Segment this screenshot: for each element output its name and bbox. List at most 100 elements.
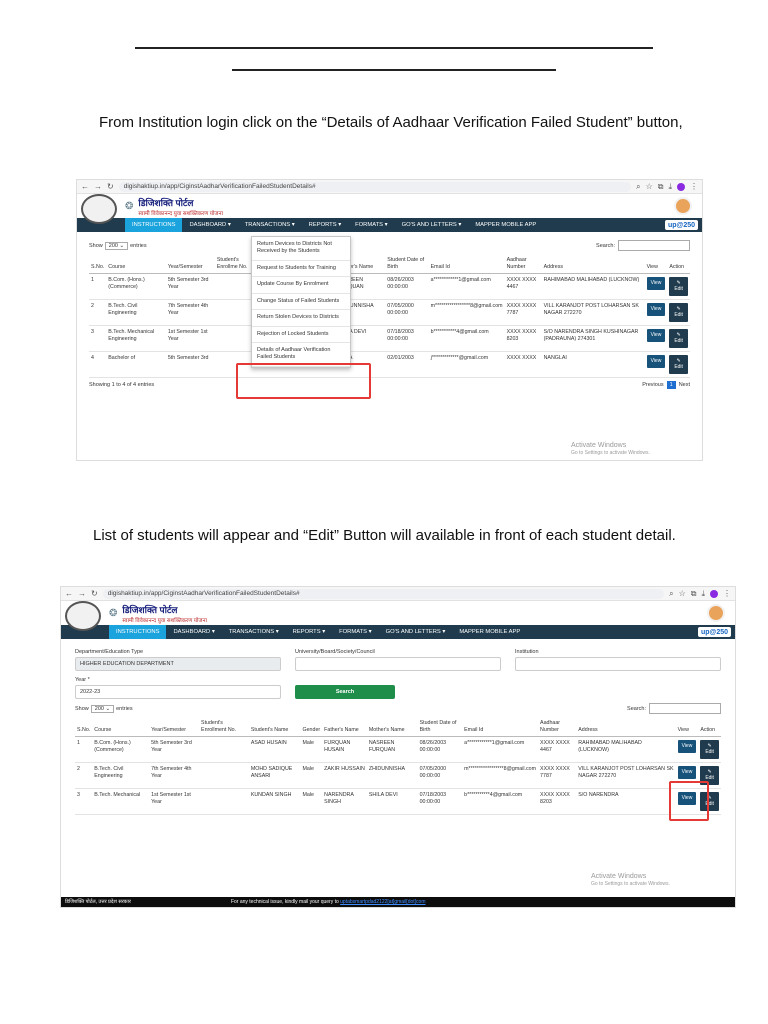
page-size-select[interactable]: 200 ⌄ — [104, 241, 129, 250]
prev-button[interactable]: Previous — [642, 382, 663, 388]
column-header[interactable]: Student's Enrollment No. — [199, 718, 249, 737]
nav-gos-letters[interactable]: GO'S AND LETTERS ▾ — [379, 625, 453, 639]
nav-instructions[interactable]: INSTRUCTIONS — [125, 218, 183, 232]
star-icon[interactable]: ☆ — [679, 589, 686, 598]
column-header[interactable]: Student's Name — [248, 718, 301, 737]
nav-mapper-app[interactable]: MAPPER MOBILE APP — [468, 218, 543, 232]
dept-select[interactable]: HIGHER EDUCATION DEPARTMENT — [75, 657, 281, 671]
address-bar[interactable]: digishaktiup.in/app/CiginstAadharVerific… — [118, 181, 632, 192]
table-cell: B.Tech. Mechanical — [92, 788, 150, 815]
column-header[interactable]: S.No. — [75, 718, 93, 737]
column-header[interactable]: Student Date of Birth — [417, 718, 463, 737]
table-cell: 07/18/2003 00:00:00 — [385, 325, 429, 352]
menu-item-change-status[interactable]: Change Status of Failed Students — [252, 294, 350, 311]
year-select[interactable]: 2022-23 — [75, 685, 281, 699]
nav-transactions[interactable]: TRANSACTIONS ▾ — [238, 218, 302, 232]
download-icon[interactable]: ⤓ — [668, 182, 672, 192]
state-emblem-icon — [81, 194, 117, 224]
zoom-icon[interactable]: ⌕ — [669, 589, 673, 599]
user-avatar[interactable] — [674, 197, 692, 215]
user-avatar[interactable] — [707, 604, 725, 622]
edit-label: Edit — [674, 312, 683, 319]
nav-dashboard[interactable]: DASHBOARD ▾ — [166, 625, 221, 639]
address-bar[interactable]: digishaktiup.in/app/CiginstAadharVerific… — [102, 588, 665, 599]
edit-button[interactable]: ✎ Edit — [669, 354, 688, 374]
next-button[interactable]: Next — [679, 382, 690, 388]
nav-formats[interactable]: FORMATS ▾ — [332, 625, 378, 639]
column-header[interactable]: Address — [541, 255, 645, 274]
university-select[interactable] — [295, 657, 501, 671]
nav-instructions[interactable]: INSTRUCTIONS — [109, 625, 167, 639]
institution-select[interactable] — [515, 657, 721, 671]
column-header[interactable]: Year/Semester — [149, 718, 200, 737]
view-button[interactable]: View — [677, 765, 697, 779]
edit-button[interactable]: ✎ Edit — [669, 328, 688, 348]
forward-icon[interactable]: → — [94, 182, 102, 191]
nav-reports[interactable]: REPORTS ▾ — [302, 218, 348, 232]
nav-gos-letters[interactable]: GO'S AND LETTERS ▾ — [395, 218, 469, 232]
column-header[interactable]: Gender — [300, 718, 323, 737]
column-header[interactable]: Mother's Name — [366, 718, 418, 737]
nav-formats[interactable]: FORMATS ▾ — [348, 218, 394, 232]
nav-mapper-app[interactable]: MAPPER MOBILE APP — [452, 625, 527, 639]
view-button[interactable]: View — [646, 328, 666, 342]
page-1-button[interactable]: 1 — [666, 380, 676, 389]
edit-button[interactable]: ✎ Edit — [669, 276, 688, 296]
menu-item-request-training[interactable]: Request to Students for Training — [252, 261, 350, 278]
column-header[interactable]: Course — [92, 718, 150, 737]
students-table: S.No. Course Year/Semester Student's Enroll… — [89, 255, 690, 378]
column-header[interactable]: S.No. — [89, 255, 107, 274]
page-size-select[interactable]: 200 ⌄ — [90, 704, 115, 713]
search-input[interactable] — [649, 703, 721, 714]
portal-name: डिजिशक्ति पोर्टल — [138, 197, 194, 208]
column-header[interactable]: View — [675, 718, 699, 737]
reload-icon[interactable]: ↻ — [91, 589, 98, 598]
menu-icon[interactable]: ⋮ — [690, 182, 698, 191]
view-button[interactable]: View — [646, 302, 666, 316]
column-header[interactable]: Year/Semester — [165, 255, 215, 274]
nav-transactions[interactable]: TRANSACTIONS ▾ — [222, 625, 286, 639]
column-header[interactable]: Aadhaar Number — [504, 255, 542, 274]
column-header[interactable]: Aadhaar Number — [538, 718, 577, 737]
forward-icon[interactable]: → — [78, 589, 86, 598]
activate-subtitle: Go to Settings to activate Windows. — [571, 450, 650, 457]
edit-button[interactable]: ✎ Edit — [669, 302, 688, 322]
nav-reports[interactable]: REPORTS ▾ — [286, 625, 332, 639]
view-button[interactable]: View — [646, 354, 666, 368]
column-header[interactable]: Course — [106, 255, 166, 274]
column-header[interactable]: Student Date of Birth — [385, 255, 429, 274]
menu-item-return-undelivered[interactable]: Return Devices to Districts Not Received… — [252, 237, 350, 261]
column-header[interactable]: View — [644, 255, 668, 274]
extensions-icon[interactable]: ⧉ — [658, 182, 664, 192]
extensions-icon[interactable]: ⧉ — [691, 589, 697, 599]
nav-dashboard[interactable]: DASHBOARD ▾ — [182, 218, 237, 232]
activate-title: Activate Windows — [591, 873, 647, 880]
url-text: digishaktiup.in/app/CiginstAadharVerific… — [123, 183, 316, 190]
menu-item-update-course[interactable]: Update Course By Enrolment — [252, 277, 350, 294]
column-header[interactable]: Action — [667, 255, 690, 274]
profile-icon[interactable] — [677, 182, 685, 191]
profile-icon[interactable] — [710, 589, 718, 598]
back-icon[interactable]: ← — [65, 589, 73, 598]
menu-item-return-stolen[interactable]: Return Stolen Devices to Districts — [252, 310, 350, 327]
search-input[interactable] — [618, 240, 690, 251]
column-header[interactable]: Email Id — [462, 718, 539, 737]
view-button[interactable]: View — [646, 276, 666, 290]
edit-button[interactable]: ✎ Edit — [700, 739, 719, 759]
zoom-icon[interactable]: ⌕ — [636, 182, 640, 192]
table-cell — [199, 762, 249, 789]
view-button[interactable]: View — [677, 739, 697, 753]
table-cell: XXXX XXXX 8203 — [504, 325, 542, 352]
column-header[interactable]: Action — [698, 718, 721, 737]
menu-item-rejection-locked[interactable]: Rejection of Locked Students — [252, 327, 350, 343]
search-button[interactable]: Search — [295, 685, 395, 699]
download-icon[interactable]: ⤓ — [701, 589, 705, 599]
column-header[interactable]: Address — [576, 718, 676, 737]
footer-email-link[interactable]: uptabsmartpdad2122[at]gmail[dot]com — [340, 899, 425, 905]
column-header[interactable]: Email Id — [428, 255, 505, 274]
menu-icon[interactable]: ⋮ — [723, 589, 731, 598]
column-header[interactable]: Father's Name — [322, 718, 367, 737]
back-icon[interactable]: ← — [81, 182, 89, 191]
star-icon[interactable]: ☆ — [646, 182, 653, 191]
reload-icon[interactable]: ↻ — [107, 182, 114, 191]
